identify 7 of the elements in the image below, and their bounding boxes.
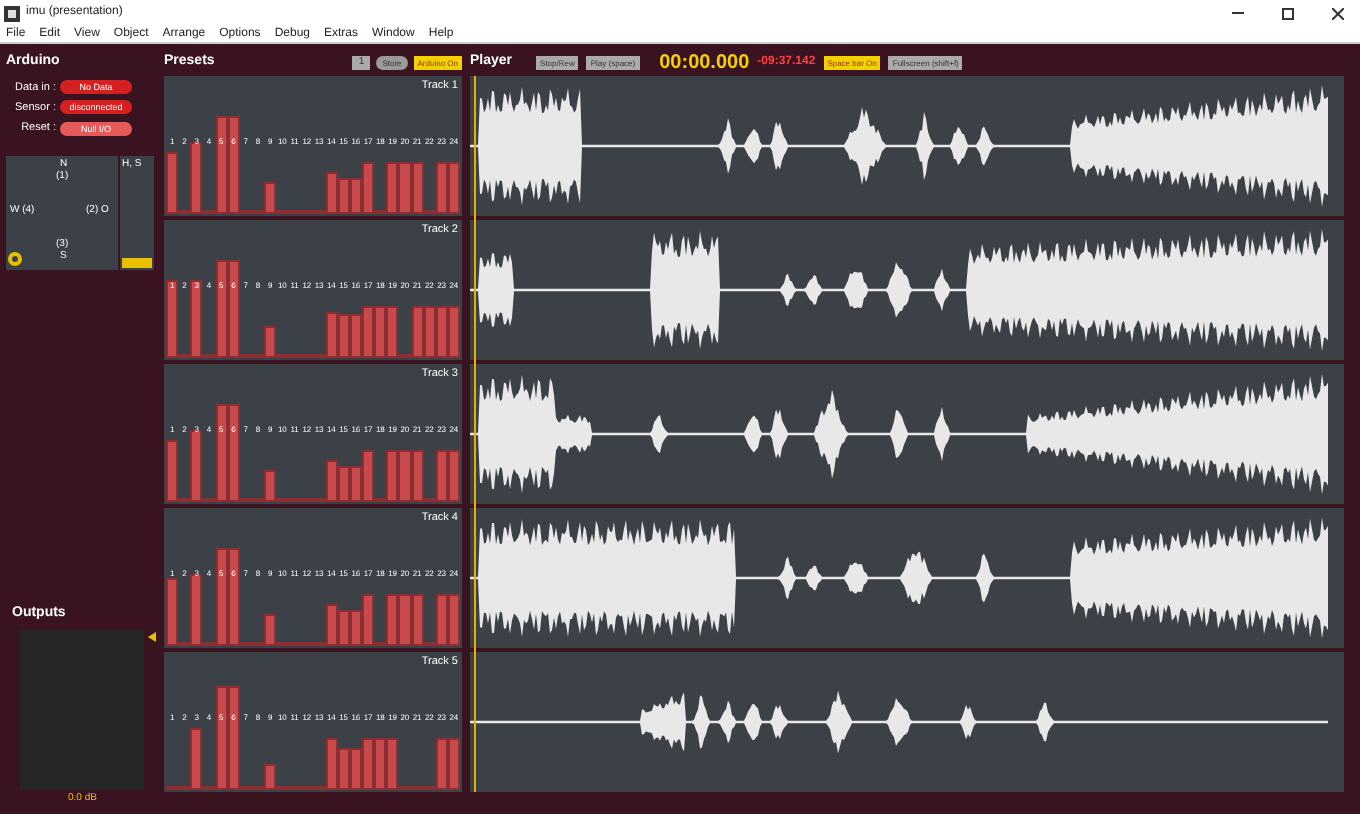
elapsed-time: 00:00.000 bbox=[659, 50, 750, 78]
app-icon bbox=[4, 5, 20, 21]
pad-handle[interactable] bbox=[8, 252, 22, 267]
maximize-icon[interactable] bbox=[1282, 7, 1294, 19]
close-icon[interactable] bbox=[1332, 7, 1344, 19]
level-marker-icon[interactable] bbox=[148, 631, 156, 641]
slider-fill[interactable] bbox=[122, 258, 152, 269]
